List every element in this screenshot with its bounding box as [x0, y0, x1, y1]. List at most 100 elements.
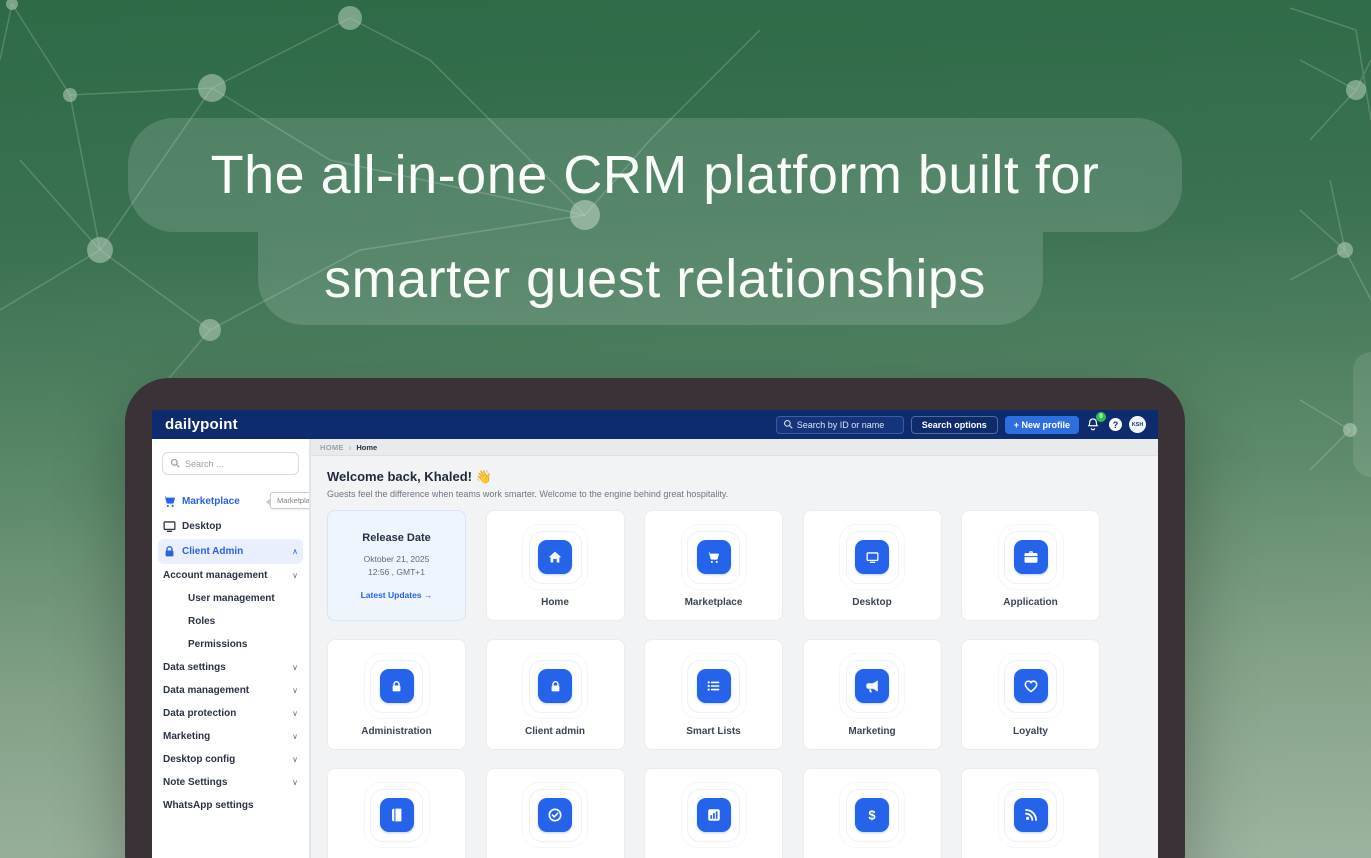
sidebar-nav: Marketplace Marketplace Desktop Client Admi… [152, 489, 309, 817]
latest-updates-link[interactable]: Latest Updates → [361, 590, 433, 600]
sidebar-item-roles[interactable]: Roles [158, 610, 303, 633]
sidebar-item-marketplace[interactable]: Marketplace Marketplace [158, 489, 309, 514]
sidebar-item-label: Data management [163, 685, 250, 696]
tile-marketing[interactable]: Marketing [802, 639, 942, 750]
tile-ring-inner [1004, 659, 1057, 713]
tile-ring-outer [997, 653, 1064, 719]
tile-administration[interactable]: Administration [327, 639, 466, 750]
sidebar-item-desktop[interactable]: Desktop [158, 514, 303, 539]
tile-desktop[interactable]: Desktop [802, 510, 942, 621]
help-button[interactable]: ? [1109, 418, 1122, 431]
tile-ring-outer [839, 653, 905, 719]
sidebar-item-desktop-config[interactable]: Desktop config ∨ [158, 748, 303, 771]
sidebar-item-label: Account management [163, 570, 268, 581]
breadcrumb: HOME › Home [311, 439, 1158, 456]
cart-icon [696, 540, 731, 574]
lock-icon [163, 545, 176, 558]
chevron-down-icon: ∨ [292, 709, 298, 718]
sidebar-item-data-settings[interactable]: Data settings ∨ [158, 656, 303, 679]
tile-ring-inner [1004, 530, 1057, 584]
welcome-section: Welcome back, Khaled! 👋 Guests feel the … [311, 456, 1158, 510]
release-card-title: Release Date [362, 532, 431, 544]
profile-search-placeholder: Search by ID or name [796, 419, 885, 430]
tile-check-circle[interactable] [485, 768, 625, 858]
new-profile-button[interactable]: + New profile [1004, 415, 1079, 434]
sidebar-item-label: Permissions [188, 639, 248, 650]
release-time: 12:56 , GMT+1 [368, 567, 425, 577]
check-circle-icon [538, 798, 572, 832]
sidebar-item-label: Marketplace [182, 496, 240, 507]
tile-ring-inner [687, 530, 740, 584]
sidebar-item-label: Desktop config [163, 754, 236, 765]
sidebar-item-user-management[interactable]: User management [158, 587, 303, 610]
hero-line-2: smarter guest relationships [324, 249, 986, 309]
chevron-down-icon: ∨ [292, 732, 298, 741]
rss-icon [1013, 798, 1048, 832]
main-content: HOME › Home Welcome back, Khaled! 👋 Gues… [311, 439, 1158, 858]
monitor-icon [855, 540, 889, 574]
sidebar-item-label: Marketing [163, 731, 211, 742]
tile-smart-lists[interactable]: Smart Lists [644, 639, 783, 750]
tile-client-admin[interactable]: Client admin [485, 639, 625, 750]
tile-ring-outer [363, 653, 430, 719]
search-icon [170, 455, 180, 473]
heart-icon [1013, 669, 1048, 703]
profile-search-input[interactable]: Search by ID or name [775, 415, 904, 434]
tile-ring-outer [997, 524, 1064, 590]
chevron-down-icon: ∨ [292, 663, 298, 672]
sidebar-item-label: Data protection [163, 708, 237, 719]
tile-label: Smart Lists [686, 726, 741, 737]
sidebar-item-data-protection[interactable]: Data protection ∨ [158, 702, 303, 725]
monitor-icon [163, 520, 176, 533]
chevron-down-icon: ∨ [292, 755, 298, 764]
sidebar-item-permissions[interactable]: Permissions [158, 633, 303, 656]
tile-dollar[interactable]: $ [802, 768, 942, 858]
tile-ring-inner [528, 659, 582, 713]
tile-application[interactable]: Application [961, 510, 1100, 621]
device-frame: dailypoint Search by ID or name Search o… [125, 378, 1185, 858]
tile-book[interactable] [327, 768, 466, 858]
list-icon [696, 669, 731, 703]
tile-ring-inner [370, 659, 423, 713]
notification-badge: 0 [1096, 411, 1106, 422]
sidebar-item-whatsapp-settings[interactable]: WhatsApp settings [158, 794, 303, 817]
tile-rss[interactable] [961, 768, 1100, 858]
sidebar-item-label: Data settings [163, 662, 226, 673]
tile-ring-inner [687, 788, 740, 842]
welcome-title: Welcome back, Khaled! 👋 [327, 469, 492, 484]
sidebar-item-account-management[interactable]: Account management ∨ [158, 564, 303, 587]
tile-home[interactable]: Home [485, 510, 625, 621]
sidebar-item-client-admin[interactable]: Client Admin ∧ [158, 539, 303, 564]
tile-ring-outer [997, 782, 1064, 848]
tile-label: Application [1003, 597, 1058, 608]
lock-icon [379, 669, 414, 703]
sidebar-search-input[interactable]: Search ... [162, 452, 299, 475]
notifications-button[interactable]: 0 [1086, 411, 1106, 433]
sidebar-item-note-settings[interactable]: Note Settings ∨ [158, 771, 303, 794]
briefcase-icon [1013, 540, 1048, 574]
tile-label: Administration [361, 726, 432, 737]
search-options-button[interactable]: Search options [910, 415, 998, 434]
sidebar-item-marketing[interactable]: Marketing ∨ [158, 725, 303, 748]
sidebar-item-label: Note Settings [163, 777, 228, 788]
tile-ring-outer: $ [839, 782, 905, 848]
breadcrumb-root[interactable]: HOME [320, 443, 344, 452]
tile-ring-inner: $ [845, 788, 899, 842]
sidebar-item-label: Desktop [182, 521, 222, 532]
tooltip-arrow [266, 498, 271, 506]
avatar[interactable]: KSH [1129, 416, 1146, 433]
tile-bar-chart[interactable] [644, 768, 783, 858]
tile-ring-outer [522, 782, 588, 848]
tile-ring-outer [522, 653, 588, 719]
tile-loyalty[interactable]: Loyalty [961, 639, 1100, 750]
tile-label: Desktop [852, 597, 892, 608]
sidebar-item-data-management[interactable]: Data management ∨ [158, 679, 303, 702]
hero-headline: The all-in-one CRM platform built for sm… [128, 118, 1182, 326]
wave-emoji: 👋 [475, 469, 492, 484]
tile-marketplace[interactable]: Marketplace [644, 510, 783, 621]
tile-label: Home [541, 597, 569, 608]
marketplace-tooltip: Marketplace [266, 492, 309, 509]
home-icon [538, 540, 572, 574]
sidebar: Search ... Marketplace Marketplace Desktop… [152, 439, 311, 858]
release-date-card: Release Date Oktober 21, 2025 12:56 , GM… [327, 510, 466, 621]
